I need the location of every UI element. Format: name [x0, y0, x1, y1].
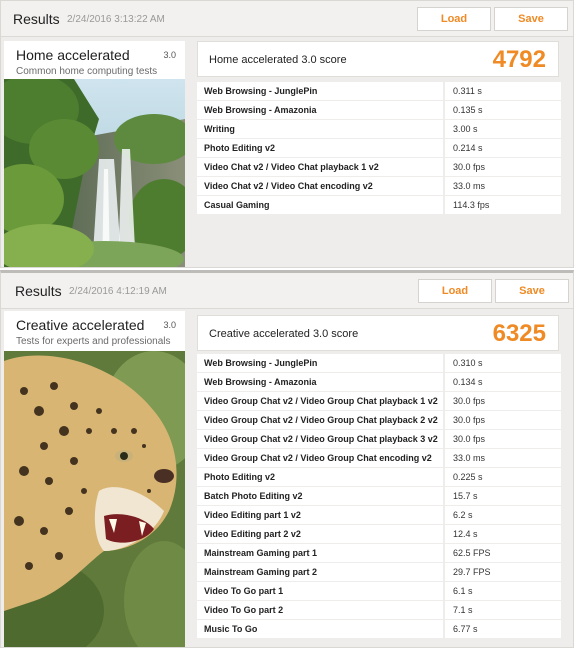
test-name-cell: Video Group Chat v2 / Video Group Chat p… — [197, 430, 443, 448]
test-value-cell: 30.0 fps — [445, 158, 561, 176]
test-value-cell: 0.310 s — [445, 354, 561, 372]
table-row: Mainstream Gaming part 2 29.7 FPS — [197, 563, 561, 582]
table-row: Writing 3.00 s — [197, 120, 561, 139]
table-row: Video Editing part 2 v2 12.4 s — [197, 525, 561, 544]
test-name-cell: Mainstream Gaming part 1 — [197, 544, 443, 562]
test-value-cell: 62.5 FPS — [445, 544, 561, 562]
table-row: Video Chat v2 / Video Chat encoding v2 33… — [197, 177, 561, 196]
test-name-cell: Video Chat v2 / Video Chat playback 1 v2 — [197, 158, 443, 176]
results-header: Results 2/24/2016 3:13:22 AM Load Save — [1, 1, 573, 37]
table-row: Web Browsing - JunglePin 0.310 s — [197, 354, 561, 373]
results-panel-home: Results 2/24/2016 3:13:22 AM Load Save H… — [0, 0, 574, 268]
score-box: Creative accelerated 3.0 score 6325 — [197, 315, 559, 351]
test-value-cell: 0.225 s — [445, 468, 561, 486]
score-label: Home accelerated 3.0 score — [209, 54, 347, 66]
results-title: Results — [13, 11, 60, 27]
test-name-cell: Web Browsing - JunglePin — [197, 354, 443, 372]
test-value-cell: 29.7 FPS — [445, 563, 561, 581]
table-row: Video Chat v2 / Video Chat playback 1 v2… — [197, 158, 561, 177]
test-value-cell: 7.1 s — [445, 601, 561, 619]
load-button[interactable]: Load — [417, 7, 491, 31]
test-name-cell: Batch Photo Editing v2 — [197, 487, 443, 505]
score-label: Creative accelerated 3.0 score — [209, 328, 359, 340]
test-value-cell: 30.0 fps — [445, 430, 561, 448]
table-row: Photo Editing v2 0.214 s — [197, 139, 561, 158]
save-button[interactable]: Save — [495, 279, 569, 303]
test-name-cell: Video Editing part 2 v2 — [197, 525, 443, 543]
test-version: 3.0 — [163, 50, 176, 60]
score-value: 6325 — [492, 320, 546, 347]
waterfall-photo — [4, 79, 185, 267]
test-value-cell: 0.135 s — [445, 101, 561, 119]
table-row: Video Group Chat v2 / Video Group Chat p… — [197, 411, 561, 430]
table-row: Batch Photo Editing v2 15.7 s — [197, 487, 561, 506]
test-value-cell: 15.7 s — [445, 487, 561, 505]
test-value-cell: 0.134 s — [445, 373, 561, 391]
test-value-cell: 0.311 s — [445, 82, 561, 100]
table-row: Music To Go 6.77 s — [197, 620, 561, 639]
load-button[interactable]: Load — [418, 279, 492, 303]
test-value-cell: 3.00 s — [445, 120, 561, 138]
leopard-photo — [4, 351, 185, 647]
test-name-cell: Video Group Chat v2 / Video Group Chat e… — [197, 449, 443, 467]
test-name-cell: Video Group Chat v2 / Video Group Chat p… — [197, 392, 443, 410]
table-row: Web Browsing - JunglePin 0.311 s — [197, 82, 561, 101]
test-name-cell: Video To Go part 1 — [197, 582, 443, 600]
test-subtitle: Tests for experts and professionals — [16, 336, 171, 347]
test-value-cell: 6.2 s — [445, 506, 561, 524]
table-row: Video Group Chat v2 / Video Group Chat p… — [197, 392, 561, 411]
table-row: Video Group Chat v2 / Video Group Chat e… — [197, 449, 561, 468]
test-name-cell: Video Group Chat v2 / Video Group Chat p… — [197, 411, 443, 429]
test-info-card: Home accelerated 3.0 Common home computi… — [4, 41, 185, 267]
test-name-cell: Web Browsing - Amazonia — [197, 373, 443, 391]
table-row: Video Group Chat v2 / Video Group Chat p… — [197, 430, 561, 449]
test-name-cell: Web Browsing - JunglePin — [197, 82, 443, 100]
test-value-cell: 6.1 s — [445, 582, 561, 600]
results-title: Results — [15, 283, 62, 299]
test-subtitle: Common home computing tests — [16, 66, 158, 77]
test-name-cell: Video Editing part 1 v2 — [197, 506, 443, 524]
test-name-cell: Casual Gaming — [197, 196, 443, 214]
test-name-cell: Video Chat v2 / Video Chat encoding v2 — [197, 177, 443, 195]
test-name-cell: Photo Editing v2 — [197, 139, 443, 157]
results-timestamp: 2/24/2016 4:12:19 AM — [69, 286, 167, 297]
table-row: Web Browsing - Amazonia 0.134 s — [197, 373, 561, 392]
test-name-cell: Writing — [197, 120, 443, 138]
results-header: Results 2/24/2016 4:12:19 AM Load Save — [1, 273, 573, 309]
test-version: 3.0 — [163, 320, 176, 330]
test-value-cell: 30.0 fps — [445, 392, 561, 410]
test-name: Home accelerated — [16, 47, 130, 63]
table-row: Mainstream Gaming part 1 62.5 FPS — [197, 544, 561, 563]
test-info-card: Creative accelerated 3.0 Tests for exper… — [4, 311, 185, 647]
results-table: Web Browsing - JunglePin 0.310 s Web Brow… — [197, 354, 561, 639]
test-value-cell: 114.3 fps — [445, 196, 561, 214]
test-value-cell: 33.0 ms — [445, 449, 561, 467]
results-panel-creative: Results 2/24/2016 4:12:19 AM Load Save C… — [0, 270, 574, 648]
results-table: Web Browsing - JunglePin 0.311 s Web Brow… — [197, 82, 561, 215]
test-name-cell: Video To Go part 2 — [197, 601, 443, 619]
table-row: Casual Gaming 114.3 fps — [197, 196, 561, 215]
score-box: Home accelerated 3.0 score 4792 — [197, 41, 559, 77]
table-row: Video Editing part 1 v2 6.2 s — [197, 506, 561, 525]
table-row: Photo Editing v2 0.225 s — [197, 468, 561, 487]
test-value-cell: 6.77 s — [445, 620, 561, 638]
test-value-cell: 33.0 ms — [445, 177, 561, 195]
save-button[interactable]: Save — [494, 7, 568, 31]
results-timestamp: 2/24/2016 3:13:22 AM — [67, 14, 165, 25]
table-row: Web Browsing - Amazonia 0.135 s — [197, 101, 561, 120]
table-row: Video To Go part 2 7.1 s — [197, 601, 561, 620]
test-value-cell: 12.4 s — [445, 525, 561, 543]
score-value: 4792 — [492, 46, 546, 73]
test-name-cell: Web Browsing - Amazonia — [197, 101, 443, 119]
test-name: Creative accelerated — [16, 317, 145, 333]
test-value-cell: 0.214 s — [445, 139, 561, 157]
test-name-cell: Music To Go — [197, 620, 443, 638]
test-name-cell: Photo Editing v2 — [197, 468, 443, 486]
test-name-cell: Mainstream Gaming part 2 — [197, 563, 443, 581]
table-row: Video To Go part 1 6.1 s — [197, 582, 561, 601]
test-value-cell: 30.0 fps — [445, 411, 561, 429]
